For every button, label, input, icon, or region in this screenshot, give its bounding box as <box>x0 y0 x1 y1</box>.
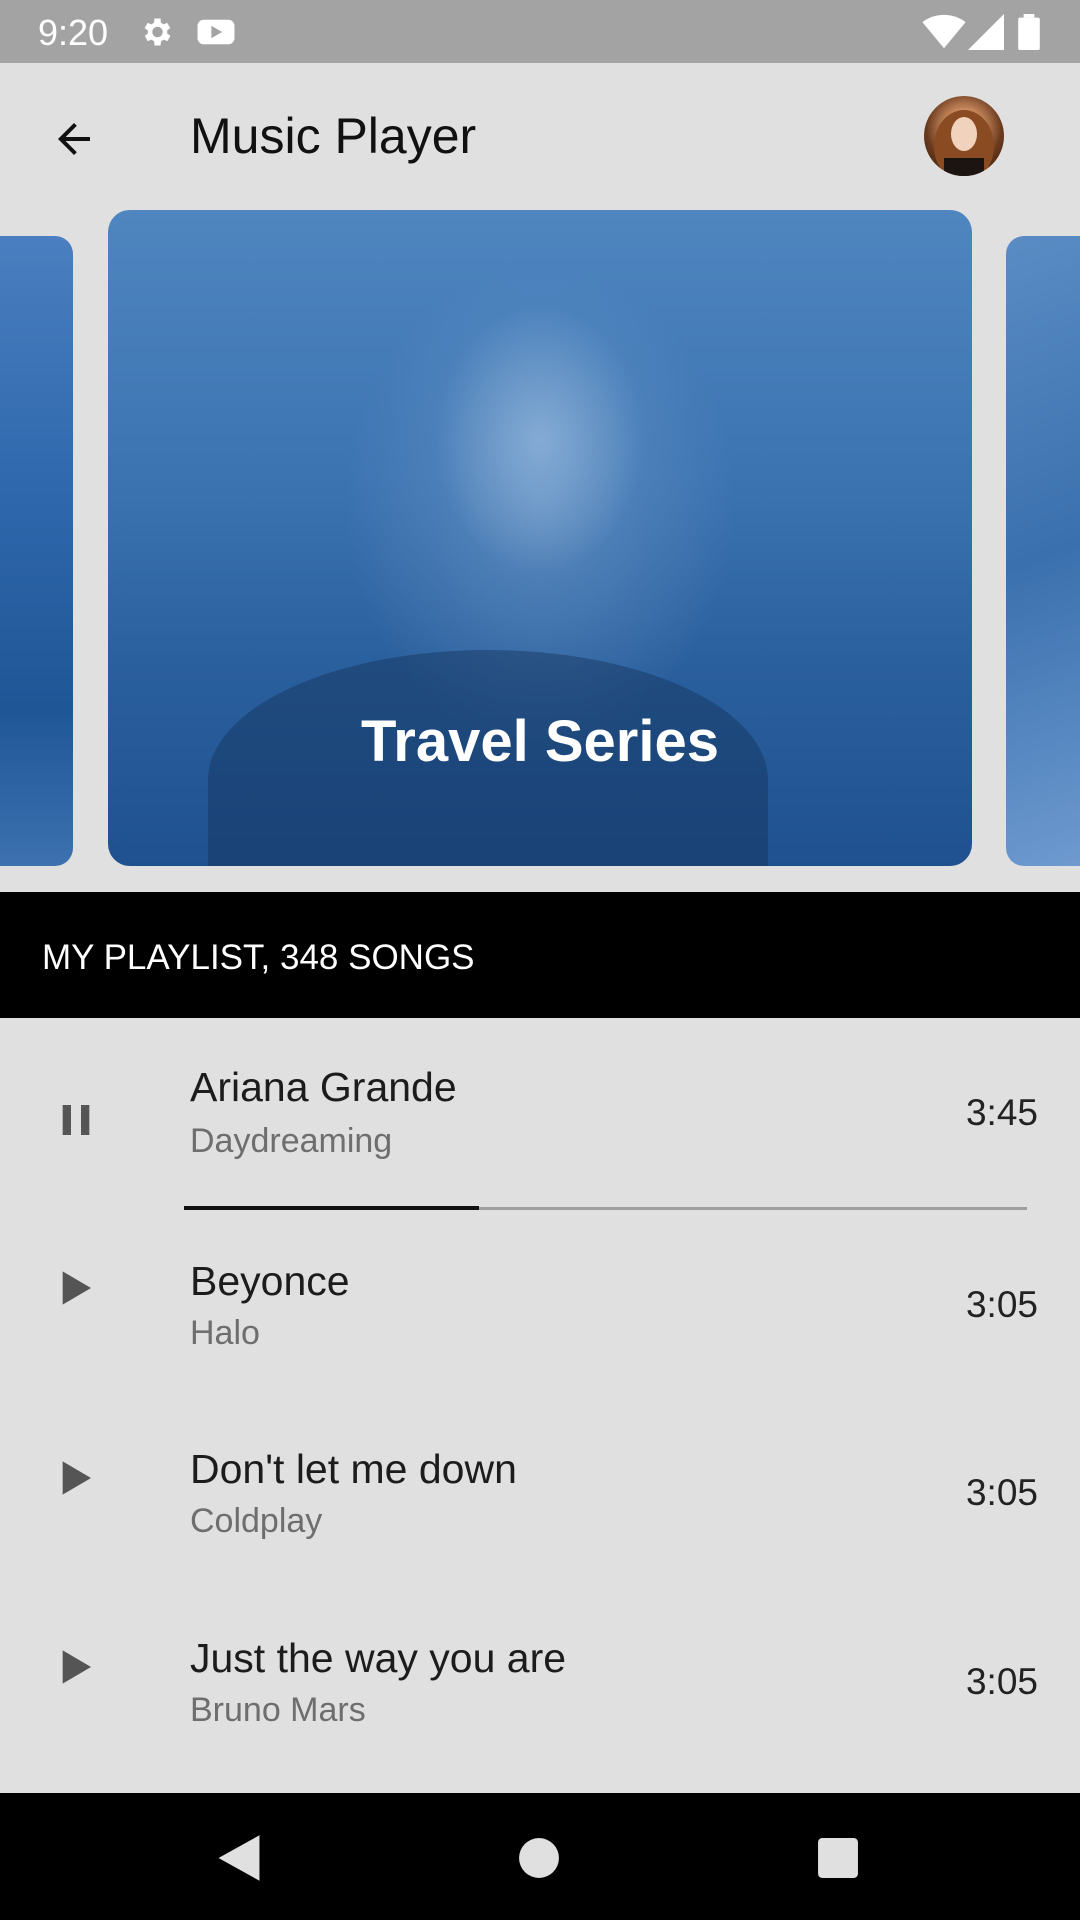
song-artist: Daydreaming <box>190 1122 393 1160</box>
playlist-header: MY PLAYLIST, 348 SONGS <box>0 892 1080 1018</box>
song-duration: 3:05 <box>965 1284 1038 1325</box>
signal-icon <box>968 14 1004 55</box>
app-bar: Music Player <box>0 63 1080 208</box>
battery-icon <box>1018 14 1040 55</box>
song-row[interactable]: Beyonce Halo 3:05 <box>0 1222 1080 1392</box>
play-button[interactable] <box>48 1450 104 1506</box>
nav-back-button[interactable] <box>204 1823 274 1893</box>
avatar[interactable] <box>924 96 1004 176</box>
song-row[interactable]: Ariana Grande Daydreaming 3:45 <box>0 1030 1080 1200</box>
status-bar: 9:20 <box>0 0 1080 63</box>
youtube-icon <box>196 14 236 55</box>
song-title: Beyonce <box>190 1258 350 1304</box>
song-duration: 3:05 <box>965 1661 1038 1702</box>
avatar-image <box>934 110 994 176</box>
system-nav-bar <box>0 1793 1080 1920</box>
playback-progress[interactable] <box>184 1206 1027 1210</box>
nav-back-icon <box>218 1835 260 1881</box>
status-time: 9:20 <box>38 12 109 53</box>
page-title: Music Player <box>190 108 477 164</box>
back-button[interactable] <box>40 105 108 173</box>
nav-home-icon <box>519 1838 559 1878</box>
song-row[interactable]: Don't let me down Coldplay 3:05 <box>0 1412 1080 1582</box>
song-artist: Coldplay <box>190 1502 323 1540</box>
wifi-icon <box>922 14 966 55</box>
song-row[interactable]: Just the way you are Bruno Mars 3:05 <box>0 1601 1080 1771</box>
song-duration: 3:45 <box>965 1092 1038 1133</box>
song-duration: 3:05 <box>965 1472 1038 1513</box>
arrow-back-icon <box>58 123 90 155</box>
album-carousel[interactable]: Travel Series <box>0 208 1080 891</box>
pause-icon <box>62 1105 90 1135</box>
song-title: Ariana Grande <box>190 1064 457 1110</box>
play-button[interactable] <box>48 1639 104 1695</box>
song-title: Don't let me down <box>190 1446 517 1492</box>
pause-button[interactable] <box>48 1092 104 1148</box>
song-artist: Halo <box>190 1314 260 1352</box>
play-icon <box>62 1650 91 1684</box>
nav-home-button[interactable] <box>504 1823 574 1893</box>
play-button[interactable] <box>48 1260 104 1316</box>
playlist-header-label: MY PLAYLIST, 348 SONGS <box>42 938 475 977</box>
song-title: Just the way you are <box>190 1635 567 1681</box>
song-artist: Bruno Mars <box>190 1691 366 1729</box>
carousel-card-title: Travel Series <box>361 709 719 774</box>
nav-recents-button[interactable] <box>803 1823 873 1893</box>
playback-progress-fill <box>184 1206 480 1210</box>
gear-icon <box>138 14 174 55</box>
play-icon <box>62 1271 91 1305</box>
nav-recents-icon <box>818 1838 858 1878</box>
play-icon <box>62 1461 91 1495</box>
